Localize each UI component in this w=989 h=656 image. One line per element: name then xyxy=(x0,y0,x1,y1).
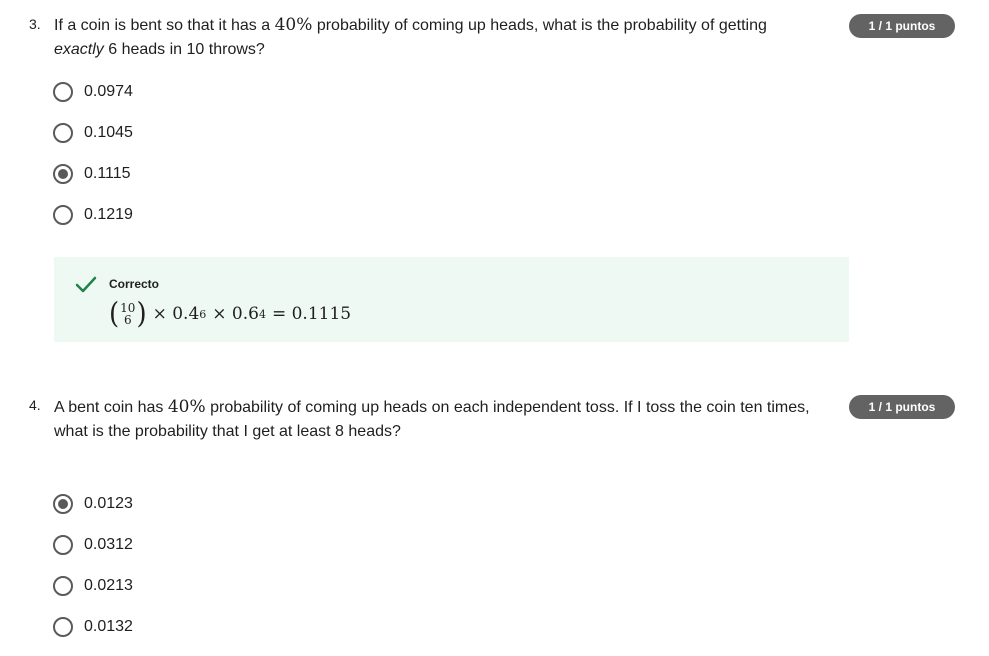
option-radio[interactable]: 0.0132 xyxy=(53,615,133,639)
question-text-part: A bent coin has xyxy=(54,399,168,416)
option-radio[interactable]: 0.1045 xyxy=(53,121,133,145)
option-label: 0.0974 xyxy=(84,83,133,100)
option-label: 0.1115 xyxy=(84,165,131,182)
radio-icon[interactable] xyxy=(53,494,73,514)
option-radio[interactable]: 0.0123 xyxy=(53,492,133,516)
math-percent: 40% xyxy=(167,397,206,417)
option-radio[interactable]: 0.1115 xyxy=(53,162,131,186)
question-text-part: probability of coming up heads, what is … xyxy=(312,17,767,34)
radio-icon[interactable] xyxy=(53,576,73,596)
binom-bottom: 6 xyxy=(123,313,132,327)
option-radio[interactable]: 0.1219 xyxy=(53,203,133,227)
question-text-part: what is the probability that I get at le… xyxy=(54,423,401,440)
radio-icon[interactable] xyxy=(53,164,73,184)
math-percent: 40% xyxy=(274,15,313,35)
formula-exponent: 4 xyxy=(258,307,266,321)
feedback-panel: Correcto ( 10 6 ) × 0.4 6 × 0.6 4 = 0.1115 xyxy=(54,257,849,342)
question-text-part: If a coin is bent so that it has a xyxy=(54,17,275,34)
option-radio[interactable]: 0.0974 xyxy=(53,80,133,104)
option-radio[interactable]: 0.0213 xyxy=(53,574,133,598)
question-text-part: 6 heads in 10 throws? xyxy=(103,41,265,58)
feedback-title: Correcto xyxy=(109,277,160,291)
radio-icon[interactable] xyxy=(53,123,73,143)
emphasis-text: exactly xyxy=(54,41,104,58)
question-number: 3. xyxy=(29,16,41,32)
option-label: 0.0123 xyxy=(84,495,133,512)
formula-term: × 0.4 xyxy=(152,304,200,324)
option-label: 0.0132 xyxy=(84,618,133,635)
question-text: A bent coin has 40% probability of comin… xyxy=(54,395,810,444)
formula-exponent: 6 xyxy=(199,307,207,321)
option-label: 0.0312 xyxy=(84,536,133,553)
question-number: 4. xyxy=(29,397,41,413)
formula-result: = 0.1115 xyxy=(271,304,352,324)
option-radio[interactable]: 0.0312 xyxy=(53,533,133,557)
score-badge: 1 / 1 puntos xyxy=(849,395,955,419)
radio-icon[interactable] xyxy=(53,535,73,555)
question-text: If a coin is bent so that it has a 40% p… xyxy=(54,13,767,62)
binomial-coefficient: ( 10 6 ) xyxy=(109,297,147,331)
option-label: 0.0213 xyxy=(84,577,133,594)
question-text-part: probability of coming up heads on each i… xyxy=(205,399,810,416)
score-badge: 1 / 1 puntos xyxy=(849,14,955,38)
option-label: 0.1219 xyxy=(84,206,133,223)
option-label: 0.1045 xyxy=(84,124,133,141)
radio-icon[interactable] xyxy=(53,617,73,637)
formula-term: × 0.6 xyxy=(212,304,259,324)
radio-icon[interactable] xyxy=(53,82,73,102)
checkmark-icon xyxy=(75,276,97,293)
feedback-formula: ( 10 6 ) × 0.4 6 × 0.6 4 = 0.1115 xyxy=(109,299,351,329)
radio-icon[interactable] xyxy=(53,205,73,225)
